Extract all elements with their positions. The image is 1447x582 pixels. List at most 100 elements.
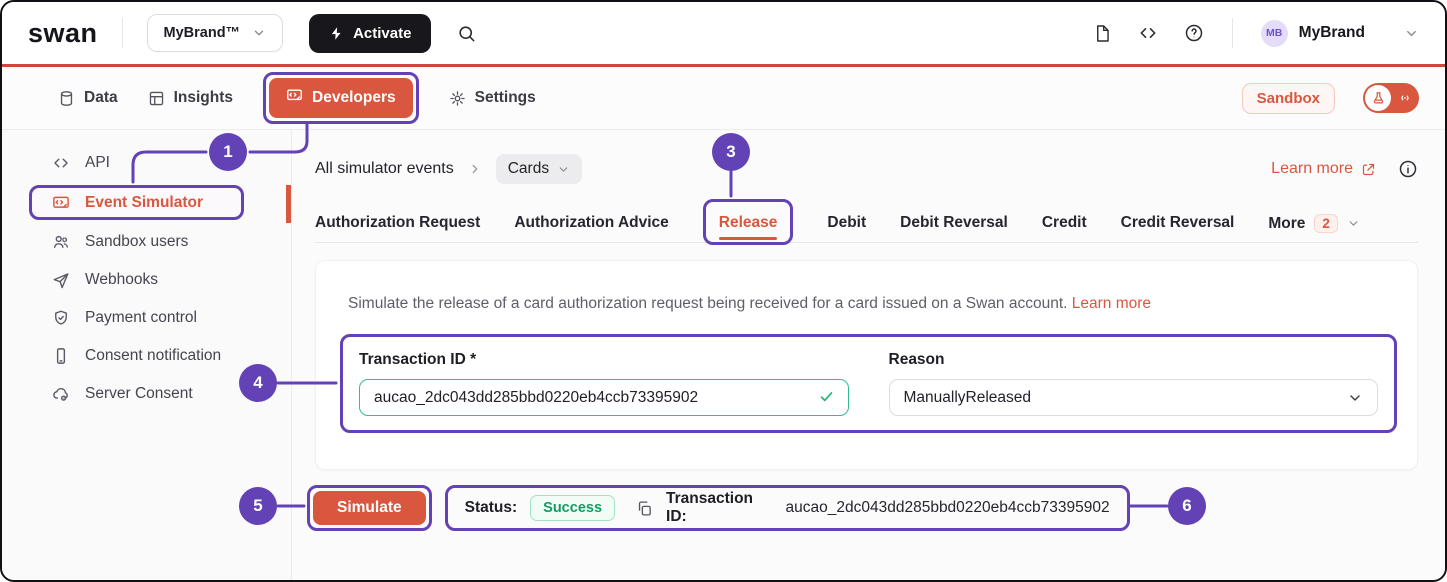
shield-check-icon — [52, 309, 70, 327]
bolt-icon — [329, 26, 344, 41]
chevron-down-icon — [1347, 217, 1360, 230]
breadcrumb-current-label: Cards — [508, 160, 549, 178]
annotation-circle-5: 5 — [239, 487, 277, 525]
sidebar-item-api[interactable]: API — [2, 144, 291, 182]
live-broadcast-icon — [1398, 91, 1412, 105]
annotation-circle-4: 4 — [239, 364, 277, 402]
flask-icon — [1365, 85, 1391, 111]
annotation-box-form: Transaction ID * Reason ManuallyReleased — [340, 334, 1397, 433]
info-icon[interactable] — [1398, 159, 1418, 179]
document-icon[interactable] — [1093, 24, 1112, 43]
sidebar-label: Consent notification — [85, 347, 221, 365]
tabs-bar: Authorization Request Authorization Advi… — [315, 199, 1418, 247]
reason-select[interactable]: ManuallyReleased — [889, 379, 1379, 416]
learn-more-label: Learn more — [1271, 160, 1353, 178]
project-select[interactable]: MyBrand™ — [147, 14, 284, 52]
tab-credit[interactable]: Credit — [1042, 199, 1087, 232]
sidebar-item-event-simulator[interactable]: Event Simulator — [32, 188, 241, 217]
card-description: Simulate the release of a card authoriza… — [316, 261, 1417, 313]
annotation-circle-3: 3 — [712, 133, 750, 171]
topbar-divider-2 — [1232, 18, 1233, 48]
tab-debit[interactable]: Debit — [827, 199, 866, 232]
breadcrumb-current-dropdown[interactable]: Cards — [496, 154, 582, 184]
nav-label: Data — [84, 89, 118, 107]
simulate-button[interactable]: Simulate — [313, 491, 426, 525]
annotation-box-status: Status: Success Transaction ID: aucao_2d… — [445, 485, 1130, 531]
sidebar-label: Payment control — [85, 309, 197, 327]
breadcrumb-right: Learn more — [1271, 159, 1418, 179]
phone-icon — [52, 347, 70, 365]
reason-value: ManuallyReleased — [904, 389, 1032, 407]
navbar-right: Sandbox — [1242, 83, 1419, 114]
chevron-down-icon — [1347, 390, 1363, 406]
tab-credit-reversal[interactable]: Credit Reversal — [1121, 199, 1235, 232]
reason-field-group: Reason ManuallyReleased — [889, 347, 1379, 416]
sidebar-label: Server Consent — [85, 385, 193, 403]
copy-icon[interactable] — [636, 500, 653, 517]
result-transaction-id-label: Transaction ID: — [666, 490, 773, 526]
reason-label: Reason — [889, 351, 1379, 369]
account-name: MyBrand — [1299, 24, 1365, 42]
tab-more[interactable]: More 2 — [1268, 199, 1360, 233]
active-indicator — [286, 185, 291, 223]
result-transaction-id-value: aucao_2dc043dd285bbd0220eb4ccb73395902 — [786, 499, 1110, 517]
main-content: All simulator events Cards Learn more — [292, 130, 1445, 580]
code-icon[interactable] — [1138, 23, 1158, 43]
status-badge: Success — [530, 495, 615, 521]
sidebar-label: Webhooks — [85, 271, 158, 289]
sidebar-label: Event Simulator — [85, 194, 203, 212]
nav-label: Developers — [312, 89, 396, 107]
transaction-id-input[interactable] — [359, 379, 849, 416]
tab-authorization-advice[interactable]: Authorization Advice — [514, 199, 668, 232]
account-menu[interactable]: MB MyBrand — [1261, 20, 1419, 47]
code-icon — [52, 154, 70, 172]
learn-more-link[interactable]: Learn more — [1271, 160, 1376, 178]
topbar-divider — [122, 18, 123, 48]
breadcrumb: All simulator events Cards Learn more — [315, 152, 1418, 186]
sidebar-label: API — [85, 154, 110, 172]
search-icon[interactable] — [457, 24, 476, 43]
help-icon[interactable] — [1184, 23, 1204, 43]
chevron-down-icon — [557, 163, 570, 176]
status-label: Status: — [465, 499, 518, 517]
nav-item-settings[interactable]: Settings — [449, 89, 536, 107]
actions-row: Simulate Status: Success Transaction ID:… — [315, 485, 1418, 531]
paper-plane-icon — [52, 271, 70, 289]
description-text: Simulate the release of a card authoriza… — [348, 295, 1067, 312]
users-icon — [52, 233, 70, 251]
sidebar-label: Sandbox users — [85, 233, 188, 251]
tab-release[interactable]: Release — [719, 214, 778, 231]
breadcrumb-root[interactable]: All simulator events — [315, 160, 454, 178]
transaction-id-field-group: Transaction ID * — [359, 347, 849, 416]
chevron-down-icon — [1404, 26, 1419, 41]
nav-item-data[interactable]: Data — [58, 89, 118, 107]
tab-more-label: More — [1268, 215, 1305, 233]
simulator-card: Simulate the release of a card authoriza… — [315, 260, 1418, 470]
sandbox-badge: Sandbox — [1242, 83, 1335, 114]
activate-label: Activate — [353, 25, 411, 42]
environment-toggle[interactable] — [1363, 83, 1419, 113]
learn-more-inline-link[interactable]: Learn more — [1072, 295, 1151, 312]
tab-authorization-request[interactable]: Authorization Request — [315, 199, 480, 232]
activate-button[interactable]: Activate — [309, 14, 431, 53]
chevron-right-icon — [468, 162, 482, 176]
annotation-circle-6: 6 — [1168, 487, 1206, 525]
project-select-label: MyBrand™ — [164, 25, 241, 41]
dev-console-icon — [286, 87, 303, 109]
tab-debit-reversal[interactable]: Debit Reversal — [900, 199, 1008, 232]
nav-item-insights[interactable]: Insights — [148, 89, 233, 107]
annotation-box-developers: Developers — [263, 72, 419, 124]
topbar-right: MB MyBrand — [1093, 18, 1419, 48]
avatar: MB — [1261, 20, 1288, 47]
sidebar-item-sandbox-users[interactable]: Sandbox users — [2, 223, 291, 261]
body-row: API Event Simulator Sandbox users — [2, 130, 1445, 580]
gear-icon — [449, 90, 466, 107]
nav-item-developers[interactable]: Developers — [269, 78, 413, 118]
cloud-gear-icon — [52, 385, 70, 403]
annotation-box-event-simulator: Event Simulator — [29, 185, 244, 220]
more-count-badge: 2 — [1314, 214, 1338, 233]
event-simulator-icon — [52, 194, 70, 212]
sidebar-item-payment-control[interactable]: Payment control — [2, 299, 291, 337]
sidebar-item-webhooks[interactable]: Webhooks — [2, 261, 291, 299]
nav-label: Insights — [174, 89, 233, 107]
